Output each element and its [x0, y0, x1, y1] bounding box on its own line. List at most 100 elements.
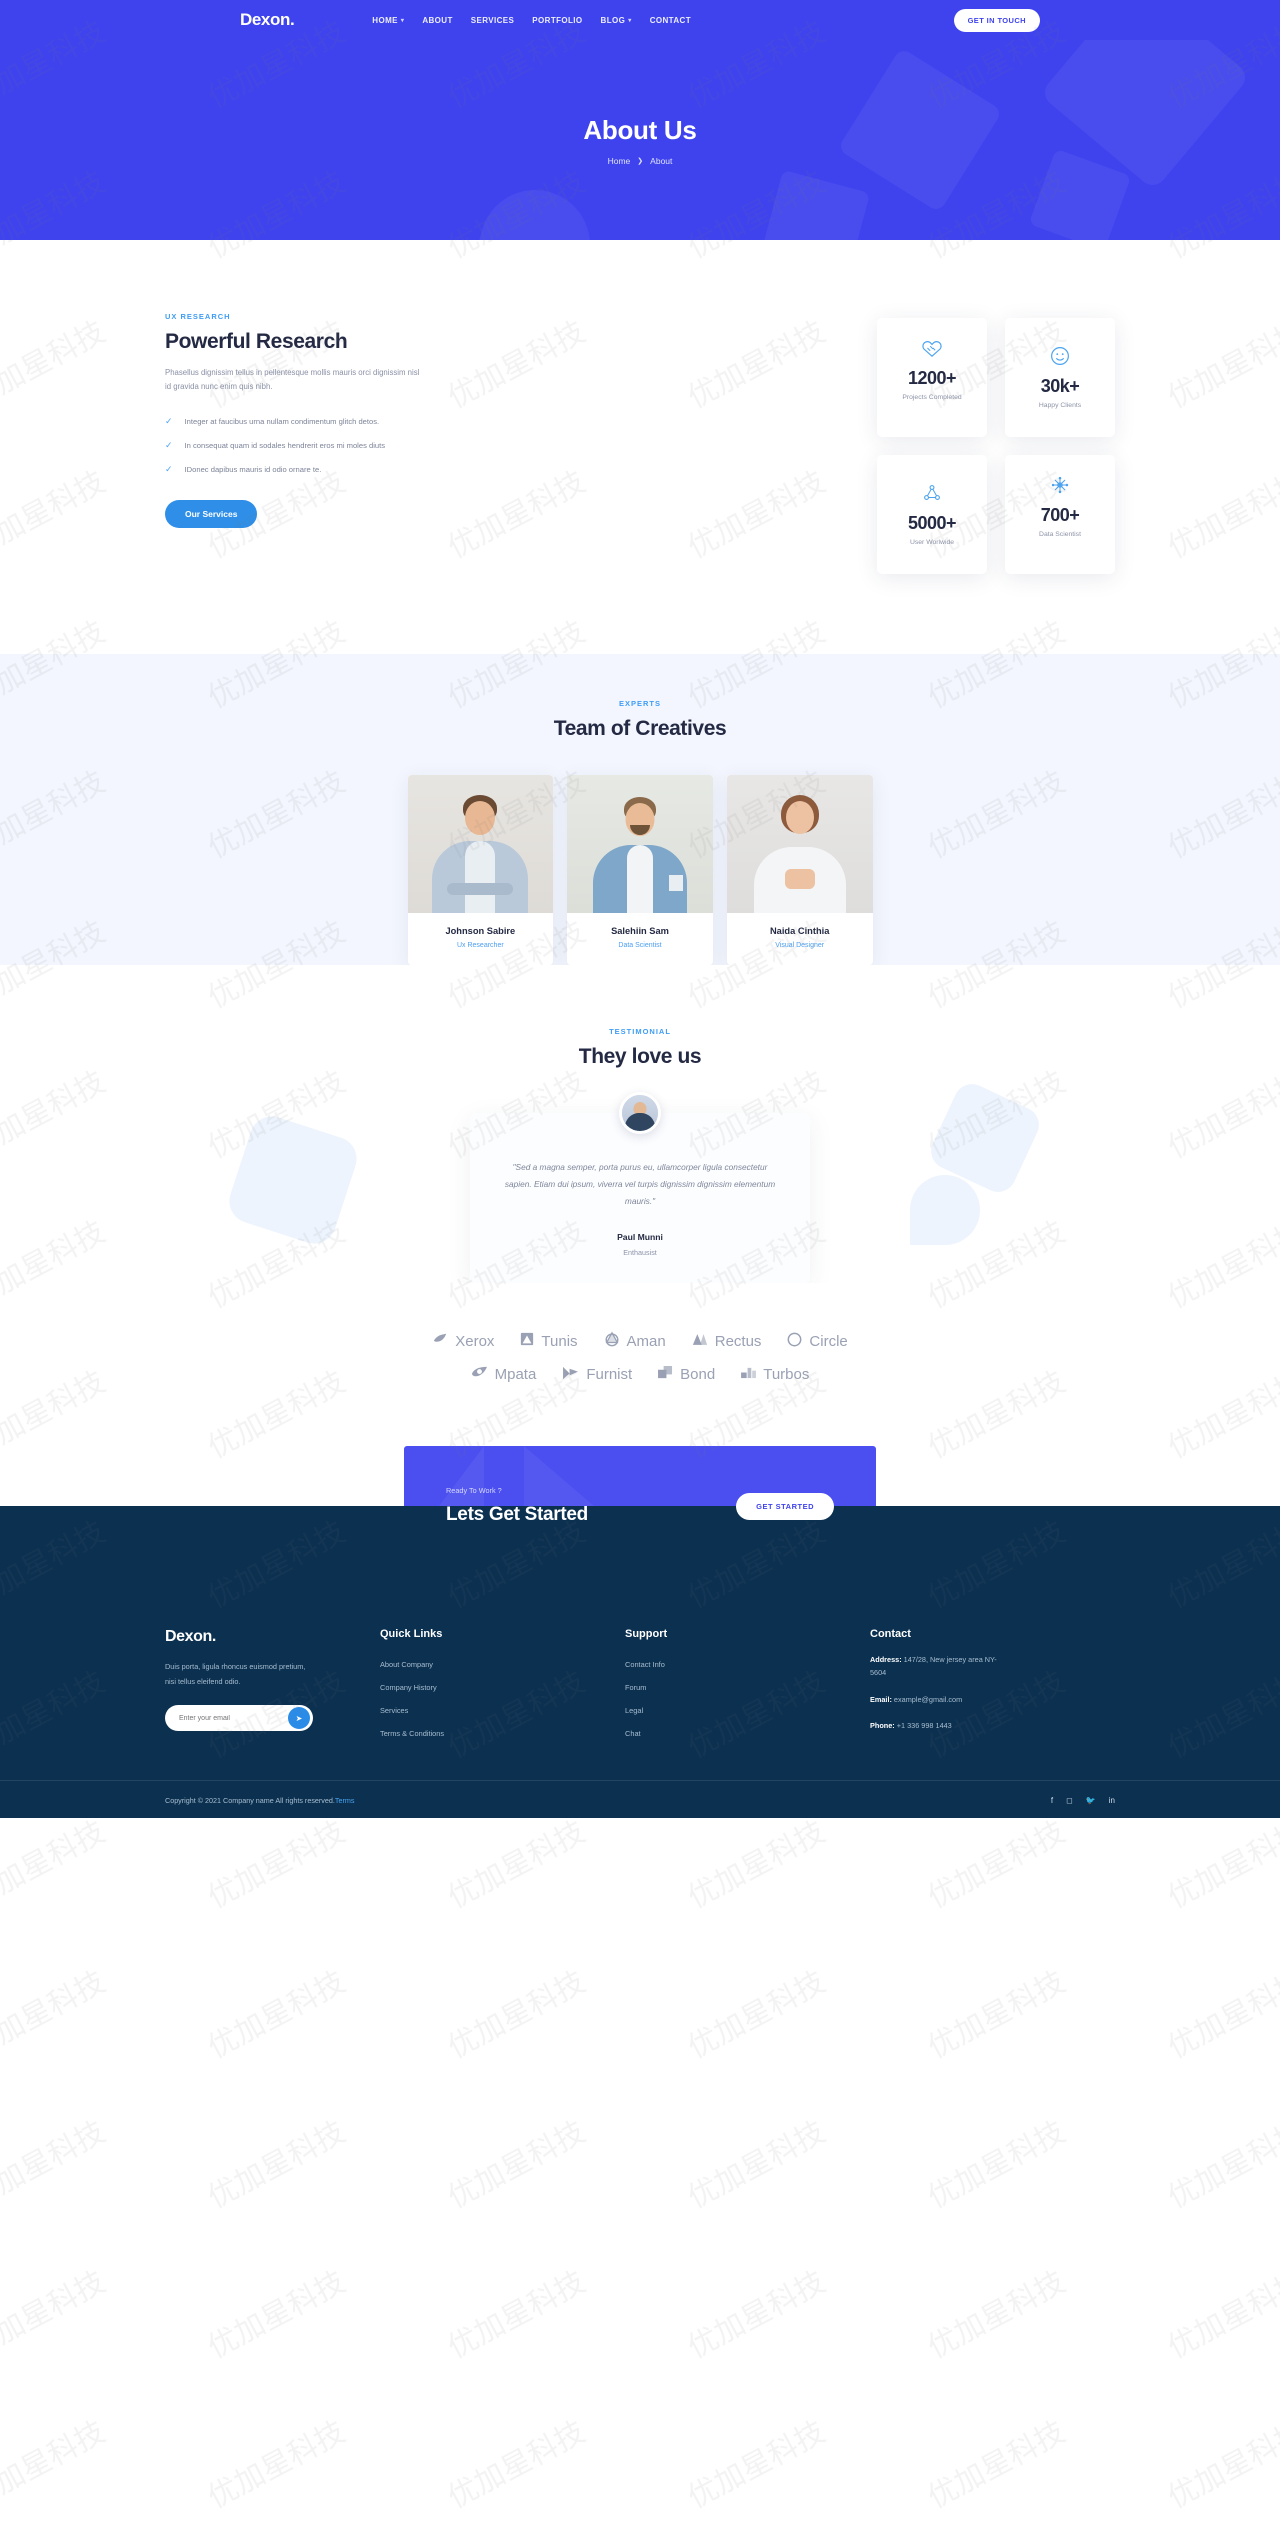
decorative-shape: [910, 1175, 980, 1245]
contact-phone-label: Phone:: [870, 1721, 895, 1731]
copyright-link[interactable]: Terms: [335, 1796, 355, 1805]
main-menu: HOME ▾ ABOUT SERVICES PORTFOLIO BLOG ▾ CON…: [372, 16, 691, 25]
brand-turbos: Turbos: [741, 1366, 809, 1383]
testimonial-heading-block: TESTIMONIAL They love us: [0, 1027, 1280, 1069]
list-item: ✓ In consequat quam id sodales hendrerit…: [165, 440, 525, 450]
chevron-down-icon: ▾: [628, 17, 632, 24]
leaf-dot-icon: [432, 1332, 448, 1350]
footer-logo[interactable]: Dexon.: [165, 1628, 380, 1646]
cta-small-text: Ready To Work ?: [446, 1486, 502, 1495]
stat-number: 5000+: [907, 513, 957, 533]
contact-email-label: Email:: [870, 1694, 892, 1704]
chevron-down-icon: ▾: [400, 17, 405, 24]
list-item: ✓ Integer at faucibus urna nullam condim…: [165, 415, 525, 426]
copyright-text: Copyright © 2021 Company name All rights…: [165, 1796, 354, 1805]
check-icon: ✓: [165, 463, 173, 474]
brand-rectus: Rectus: [692, 1332, 761, 1351]
stacked-squares-icon: [658, 1365, 673, 1384]
our-services-button[interactable]: Our Services: [165, 499, 258, 528]
nav-item-services[interactable]: SERVICES: [471, 16, 515, 25]
research-paragraph: Phasellus dignissim tellus in pellentesq…: [165, 368, 420, 392]
brand-xerox: Xerox: [432, 1332, 494, 1350]
team-member-role: Data Scientist: [618, 942, 662, 949]
testimonial-section: TESTIMONIAL They love us "Sed a magna se…: [0, 965, 1280, 1283]
handshake-heart-icon: [883, 338, 981, 358]
nav-item-contact[interactable]: CONTACT: [650, 16, 691, 25]
nav-item-about[interactable]: ABOUT: [422, 16, 452, 25]
circle-triangle-icon: [604, 1331, 620, 1351]
footer-link-about-company[interactable]: About Company: [380, 1660, 625, 1669]
footer-link-chat[interactable]: Chat: [625, 1729, 870, 1738]
linkedin-icon[interactable]: in: [1109, 1796, 1115, 1805]
research-title: Powerful Research: [165, 330, 348, 353]
team-member-photo: [726, 775, 873, 913]
brand-logos-section: Xerox Tunis Aman Rectus Circle Mpata Fur…: [0, 1283, 1280, 1384]
footer-link-legal[interactable]: Legal: [625, 1706, 870, 1715]
facebook-icon[interactable]: f: [1051, 1796, 1053, 1805]
research-eyebrow: UX RESEARCH: [165, 312, 231, 321]
research-text-block: UX RESEARCH Powerful Research Phasellus …: [165, 312, 525, 574]
site-logo[interactable]: Dexon.: [240, 10, 295, 30]
team-member-name: Johnson Sabire: [445, 926, 516, 936]
breadcrumb: Home ❯ About: [608, 156, 673, 166]
nav-label: SERVICES: [470, 15, 515, 25]
instagram-icon[interactable]: ◻: [1066, 1796, 1073, 1805]
team-section: EXPERTS Team of Creatives Johnson Sabire…: [0, 654, 1280, 965]
brand-mpata: Mpata: [471, 1365, 536, 1384]
footer-link-contact-info[interactable]: Contact Info: [625, 1660, 870, 1669]
contact-phone: Phone: +1 336 998 1443: [870, 1720, 1000, 1733]
avatar: [619, 1092, 661, 1134]
team-member-photo: [407, 775, 554, 913]
stat-label: User Worlwide: [909, 539, 955, 546]
brand-label: Furnist: [586, 1366, 633, 1383]
copyright-pre: Copyright © 2021 Company name All rights…: [165, 1795, 335, 1805]
footer-contact-column: Contact Address: 147/28, New jersey area…: [870, 1628, 1115, 1738]
footer-quick-links-column: Quick Links About Company Company Histor…: [380, 1628, 625, 1738]
stat-card-scientist: 700+ Data Scientist: [1005, 455, 1115, 574]
footer-heading: Quick Links: [380, 1628, 443, 1640]
footer-brand-column: Dexon. Duis porta, ligula rhoncus euismo…: [165, 1628, 380, 1738]
paper-plane-icon[interactable]: ➤: [288, 1707, 310, 1730]
team-card[interactable]: Johnson Sabire Ux Researcher: [407, 775, 554, 965]
nav-item-blog[interactable]: BLOG ▾: [601, 16, 632, 25]
stat-number: 700+: [1040, 505, 1080, 525]
page-hero-banner: About Us Home ❯ About: [0, 40, 1280, 240]
footer-link-forum[interactable]: Forum: [625, 1683, 870, 1692]
testimonial-quote: "Sed a magna semper, porta purus eu, ull…: [504, 1162, 776, 1206]
social-links: f ◻ 🐦 in: [1051, 1796, 1115, 1805]
check-icon: ✓: [165, 415, 173, 426]
email-input[interactable]: [179, 1714, 288, 1722]
cta-title: Lets Get Started: [446, 1504, 588, 1525]
footer-link-terms[interactable]: Terms & Conditions: [380, 1729, 625, 1738]
nav-item-portfolio[interactable]: PORTFOLIO: [532, 16, 582, 25]
chevron-right-icon: ❯: [637, 157, 644, 165]
bars-icon: [741, 1366, 757, 1383]
newsletter-form[interactable]: ➤: [165, 1705, 313, 1732]
brand-label: Tunis: [541, 1332, 578, 1350]
breadcrumb-home[interactable]: Home: [608, 156, 631, 166]
team-card[interactable]: Naida Cinthia Visual Designer: [726, 775, 873, 965]
get-in-touch-button[interactable]: GET IN TOUCH: [953, 8, 1040, 32]
brand-bond: Bond: [658, 1365, 715, 1384]
check-label: IDonec dapibus mauris id odio ornare te.: [184, 464, 322, 474]
footer-heading: Support: [625, 1628, 668, 1640]
nav-label: ABOUT: [422, 15, 453, 25]
contact-email-value[interactable]: example@gmail.com: [892, 1695, 962, 1704]
decorative-shape: [759, 169, 871, 240]
footer-link-company-history[interactable]: Company History: [380, 1683, 625, 1692]
get-started-button[interactable]: GET STARTED: [736, 1492, 834, 1520]
testimonial-eyebrow: TESTIMONIAL: [609, 1027, 671, 1036]
decorative-shape: [1028, 148, 1132, 240]
footer-link-services[interactable]: Services: [380, 1706, 625, 1715]
smiley-face-icon: [1011, 346, 1109, 366]
nav-item-home[interactable]: HOME ▾: [372, 16, 404, 25]
network-nodes-icon: [883, 483, 981, 503]
team-card[interactable]: Salehiin Sam Data Scientist: [567, 775, 713, 965]
split-triangle-icon: [692, 1332, 708, 1351]
team-title: Team of Creatives: [553, 717, 727, 740]
twitter-icon[interactable]: 🐦: [1086, 1796, 1096, 1805]
ring-icon: [787, 1332, 802, 1351]
contact-phone-value: +1 336 998 1443: [894, 1721, 952, 1731]
stat-number: 1200+: [907, 368, 957, 388]
contact-address-label: Address:: [870, 1655, 902, 1664]
